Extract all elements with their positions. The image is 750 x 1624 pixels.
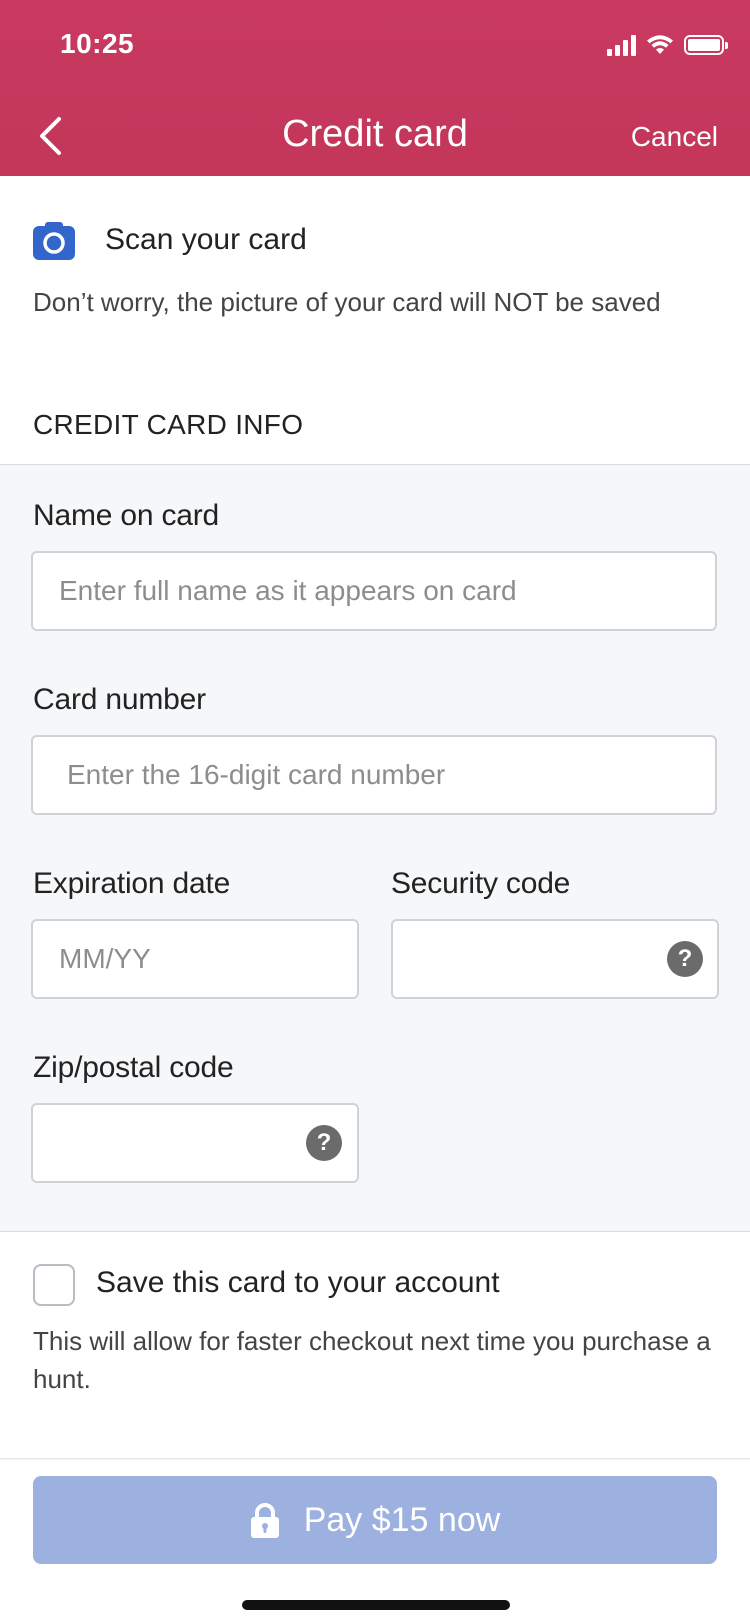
zip-code-label: Zip/postal code — [33, 1051, 234, 1084]
name-on-card-label: Name on card — [33, 499, 220, 532]
battery-icon — [684, 35, 728, 55]
scan-privacy-note: Don’t worry, the picture of your card wi… — [33, 287, 661, 317]
scan-card-button[interactable]: Scan your card — [33, 220, 307, 260]
pay-button[interactable]: Pay $15 now — [33, 1476, 717, 1564]
expiration-date-input[interactable] — [31, 919, 359, 999]
app-header: 10:25 Credit card Cancel — [0, 0, 750, 176]
section-title: CREDIT CARD INFO — [33, 409, 304, 440]
save-card-checkbox[interactable] — [33, 1264, 75, 1306]
lock-icon — [250, 1503, 279, 1538]
signal-icon — [607, 34, 636, 56]
credit-card-form: Name on card Card number Expiration date… — [0, 464, 750, 1232]
bottom-divider — [0, 1458, 750, 1460]
zip-code-help-icon[interactable]: ? — [306, 1125, 342, 1161]
expiration-date-label: Expiration date — [33, 867, 231, 900]
security-code-label: Security code — [391, 867, 571, 900]
status-time: 10:25 — [60, 28, 135, 59]
card-number-label: Card number — [33, 683, 206, 716]
save-card-note: This will allow for faster checkout next… — [33, 1326, 711, 1394]
pay-button-label: Pay $15 now — [303, 1500, 501, 1539]
scan-card-label: Scan your card — [105, 223, 307, 256]
card-number-input[interactable] — [31, 735, 717, 815]
save-card-label[interactable]: Save this card to your account — [96, 1266, 500, 1300]
home-indicator — [242, 1600, 510, 1610]
camera-icon — [33, 222, 75, 260]
wifi-icon — [647, 35, 673, 54]
cancel-button[interactable]: Cancel — [631, 120, 718, 154]
status-icons — [607, 30, 728, 60]
name-on-card-input[interactable] — [31, 551, 717, 631]
security-code-help-icon[interactable]: ? — [667, 941, 703, 977]
